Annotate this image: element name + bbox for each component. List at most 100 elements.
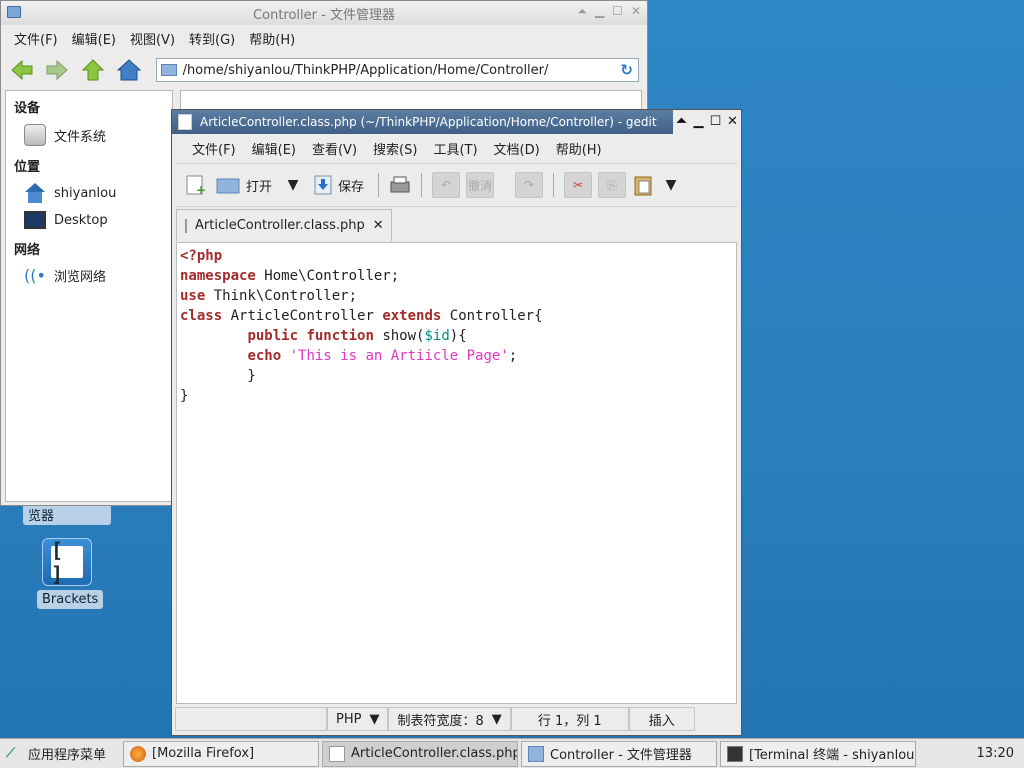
- gedit-menubar: 文件(F) 编辑(E) 查看(V) 搜索(S) 工具(T) 文档(D) 帮助(H…: [172, 134, 741, 163]
- menu-tools[interactable]: 工具(T): [425, 137, 485, 160]
- copy-button[interactable]: ⎘: [598, 172, 627, 198]
- close-icon[interactable]: ✕: [724, 110, 741, 134]
- task-firefox[interactable]: [Mozilla Firefox]: [123, 740, 319, 767]
- dropdown-arrow-icon: ▼: [287, 177, 299, 193]
- refresh-icon[interactable]: ↻: [620, 61, 633, 79]
- menu-file[interactable]: 文件(F): [7, 27, 65, 50]
- drive-icon: [24, 124, 46, 146]
- app-menu-label: 应用程序菜单: [28, 748, 107, 763]
- task-label: [Terminal 终端 - shiyanlou@…: [749, 748, 915, 763]
- language-selector[interactable]: PHP ▼: [327, 707, 389, 731]
- open-button[interactable]: 打开: [212, 174, 276, 197]
- task-file-manager[interactable]: Controller - 文件管理器: [521, 740, 717, 767]
- menu-documents[interactable]: 文档(D): [486, 137, 548, 160]
- terminal-icon: [727, 745, 743, 762]
- file-manager-content[interactable]: [180, 90, 642, 110]
- up-button[interactable]: [80, 58, 106, 82]
- cursor-position: 行 1，列 1: [510, 707, 629, 731]
- sidebar-item-desktop[interactable]: Desktop: [6, 207, 172, 233]
- address-bar[interactable]: /home/shiyanlou/ThinkPHP/Application/Hom…: [155, 58, 639, 82]
- file-icon: [185, 218, 187, 233]
- code-line-1: <?php: [180, 246, 733, 266]
- sidebar-item-filesystem[interactable]: 文件系统: [6, 120, 172, 150]
- network-icon: ((•: [24, 265, 46, 285]
- document-icon: [178, 114, 192, 130]
- tab-label: ArticleController.class.php: [195, 218, 365, 233]
- code-editor[interactable]: <?php namespace Home\Controller; use Thi…: [176, 242, 737, 704]
- svg-text:+: +: [196, 183, 206, 196]
- brackets-desktop-icon[interactable]: [ ]: [42, 538, 92, 586]
- redo-button[interactable]: ↷: [515, 172, 544, 198]
- undo-arrow-button[interactable]: ↶: [432, 172, 461, 198]
- undo-icon: ↶: [441, 178, 452, 192]
- sidebar-item-label: shiyanlou: [54, 185, 117, 201]
- back-button[interactable]: [9, 58, 35, 82]
- tab-width-selector[interactable]: 制表符宽度：8 ▼: [388, 707, 511, 731]
- forward-button[interactable]: [45, 58, 71, 82]
- home-folder-icon: [24, 183, 46, 203]
- minimize-icon[interactable]: ▁: [595, 4, 604, 19]
- file-manager-titlebar[interactable]: Controller - 文件管理器 ⏶ ▁ ☐ ✕: [1, 1, 647, 25]
- code-token: ;: [508, 348, 518, 364]
- menu-help[interactable]: 帮助(H): [242, 27, 302, 50]
- up-arrow-icon: [82, 59, 105, 81]
- code-token: Controller{: [449, 308, 543, 324]
- file-manager-toolbar: /home/shiyanlou/ThinkPHP/Application/Hom…: [1, 52, 647, 88]
- folder-icon: [7, 6, 21, 18]
- code-keyword: use: [180, 288, 206, 304]
- code-variable: $id: [424, 328, 450, 344]
- maximize-icon[interactable]: ☐: [707, 110, 724, 134]
- code-token: ){: [449, 328, 467, 344]
- insert-mode: 插入: [628, 707, 695, 731]
- save-button[interactable]: 保存: [310, 173, 368, 197]
- cut-button[interactable]: ✂: [564, 172, 593, 198]
- task-gedit[interactable]: ArticleController.class.php (…: [322, 740, 518, 767]
- menu-search[interactable]: 搜索(S): [365, 137, 425, 160]
- menu-view[interactable]: 查看(V): [304, 137, 365, 160]
- sidebar-item-network[interactable]: ((• 浏览网络: [6, 262, 172, 289]
- paste-dropdown-button[interactable]: ▼: [660, 174, 682, 196]
- code-token: Home\Controller;: [264, 268, 400, 284]
- sidebar-item-home[interactable]: shiyanlou: [6, 179, 172, 207]
- copy-icon: ⎘: [607, 177, 617, 192]
- home-button[interactable]: [116, 58, 142, 82]
- code-token: <?php: [180, 248, 223, 264]
- tab-close-icon[interactable]: ✕: [373, 218, 384, 233]
- clock[interactable]: 13:20: [967, 746, 1024, 761]
- shade-icon[interactable]: ⏶: [673, 110, 690, 134]
- file-manager-sidebar: 设备 文件系统 位置 shiyanlou Desktop 网络 ((• 浏览网络: [5, 90, 173, 502]
- task-terminal[interactable]: [Terminal 终端 - shiyanlou@…: [720, 740, 916, 767]
- code-line-8: }: [180, 388, 189, 404]
- menu-edit[interactable]: 编辑(E): [65, 27, 123, 50]
- gedit-toolbar: + 打开 ▼ 保存 ↶ 撤消 ↷ ✂ ⎘ ▼: [176, 163, 737, 207]
- shade-icon[interactable]: ⏶: [577, 4, 587, 19]
- print-button[interactable]: [389, 174, 411, 196]
- document-tabs: ArticleController.class.php ✕: [172, 207, 741, 241]
- paste-button[interactable]: [632, 174, 654, 196]
- printer-icon: [390, 176, 410, 193]
- app-menu-button[interactable]: ⟋ 应用程序菜单: [0, 741, 120, 767]
- menu-file[interactable]: 文件(F): [184, 137, 244, 160]
- gedit-titlebar[interactable]: ArticleController.class.php (~/ThinkPHP/…: [172, 110, 741, 134]
- open-button-label: 打开: [246, 179, 273, 195]
- devices-heading: 设备: [14, 101, 41, 116]
- network-heading: 网络: [14, 243, 41, 258]
- tab-articlecontroller[interactable]: ArticleController.class.php ✕: [176, 209, 392, 241]
- maximize-icon[interactable]: ☐: [612, 4, 623, 19]
- menu-view[interactable]: 视图(V): [123, 27, 182, 50]
- new-document-button[interactable]: +: [184, 174, 206, 196]
- menu-help[interactable]: 帮助(H): [548, 137, 610, 160]
- undo-button[interactable]: 撤消: [466, 172, 495, 198]
- minimize-icon[interactable]: ▁: [690, 110, 707, 134]
- forward-arrow-icon: [46, 59, 69, 81]
- sidebar-item-label: 文件系统: [54, 129, 107, 145]
- code-token: Think\Controller;: [213, 288, 358, 304]
- close-icon[interactable]: ✕: [631, 4, 641, 19]
- code-keyword: class: [180, 308, 223, 324]
- open-dropdown-button[interactable]: ▼: [282, 174, 304, 196]
- toolbar-separator: [553, 173, 555, 197]
- menu-go[interactable]: 转到(G): [182, 27, 242, 50]
- desktop-label-partial[interactable]: 览器: [23, 503, 111, 525]
- brackets-desktop-label[interactable]: Brackets: [37, 590, 104, 609]
- menu-edit[interactable]: 编辑(E): [244, 137, 304, 160]
